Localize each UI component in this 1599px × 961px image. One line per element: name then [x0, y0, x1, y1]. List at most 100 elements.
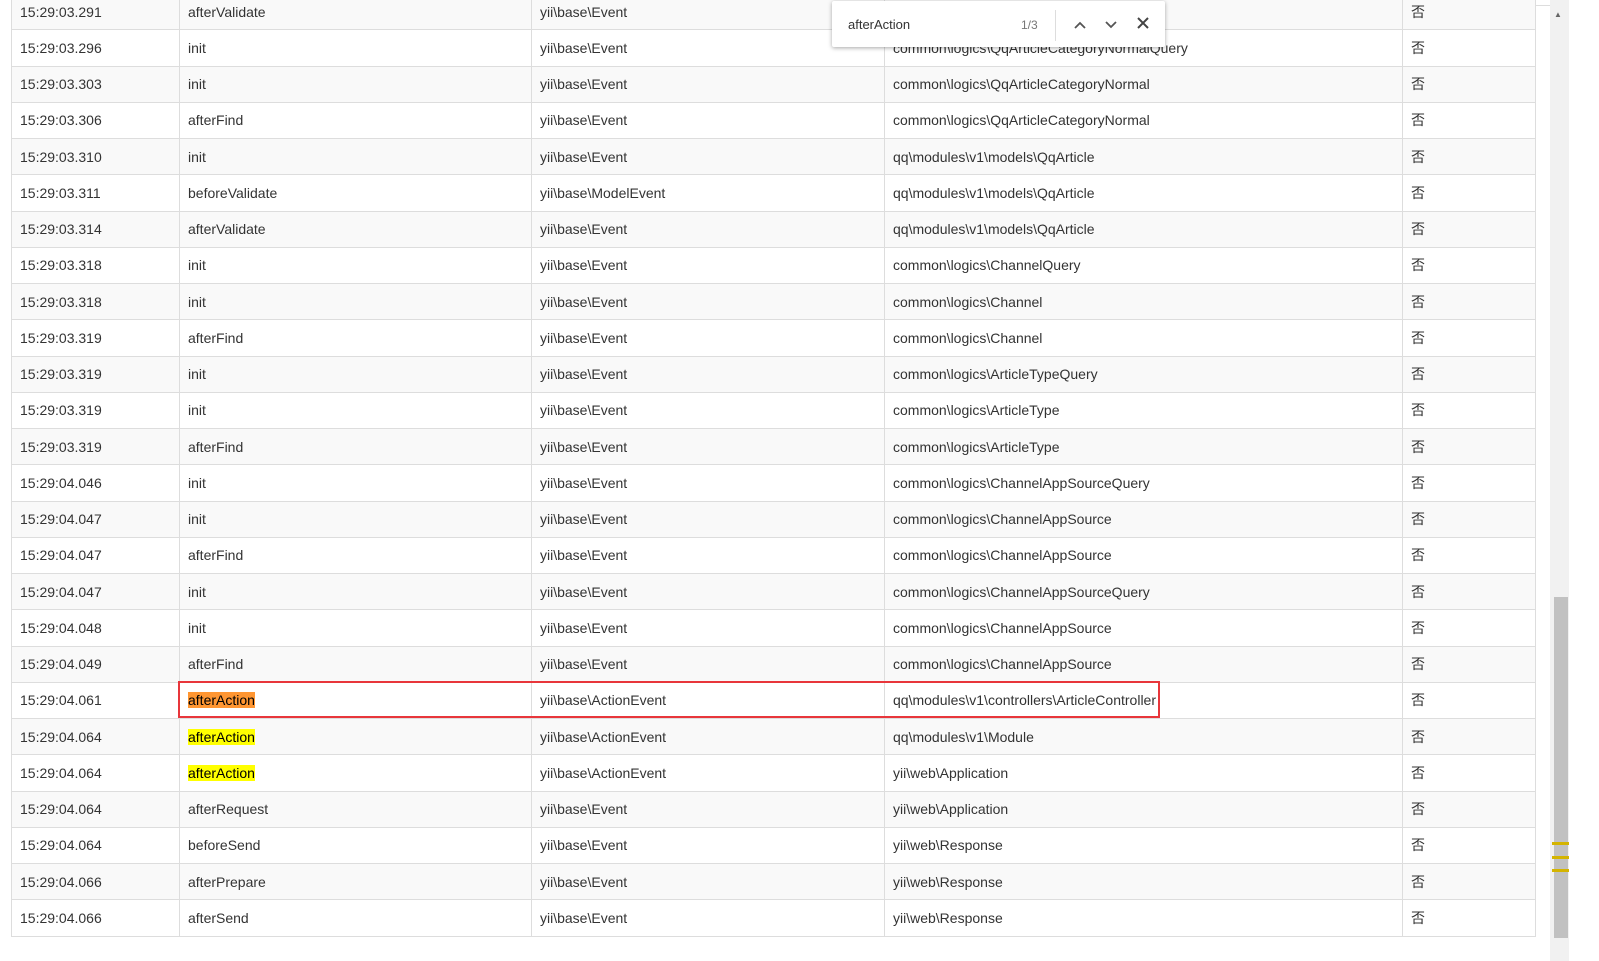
cell-time-text: 15:29:03.306	[20, 112, 102, 129]
cell-static-text: 否	[1411, 148, 1425, 165]
table-row: 15:29:04.064 afterRequest yii\base\Event yi…	[11, 790, 1536, 828]
cell-event-name: beforeSend	[179, 826, 532, 865]
cell-event-class: yii\base\Event	[531, 572, 885, 611]
cell-event-name: afterValidate	[179, 0, 532, 31]
cell-event-name-text: init	[188, 402, 206, 419]
find-match-highlight: afterAction	[188, 728, 255, 745]
cell-event-class: yii\base\Event	[531, 536, 885, 575]
cell-event-class-text: yii\base\Event	[540, 221, 628, 238]
cell-event-class-text: yii\base\Event	[540, 39, 628, 56]
cell-event-class: yii\base\Event	[531, 899, 885, 937]
cell-event-name: afterFind	[179, 536, 532, 575]
cell-event-name: afterAction	[179, 754, 532, 792]
cell-time: 15:29:03.319	[11, 391, 180, 430]
cell-event-class: yii\base\Event	[531, 645, 885, 683]
chevron-up-icon[interactable]	[1069, 13, 1091, 35]
table-row: 15:29:03.310 init yii\base\Event qq\modules…	[11, 137, 1536, 176]
table-row: 15:29:03.319 init yii\base\Event common\log…	[11, 355, 1536, 393]
cell-sender: yii\web\Application	[884, 790, 1403, 828]
cell-static-text: 否	[1411, 801, 1425, 818]
cell-static: 否	[1402, 246, 1536, 285]
cell-event-name: afterAction	[179, 717, 532, 756]
cell-sender: common\logics\ChannelAppSourceQuery	[884, 572, 1403, 611]
cell-sender-text: qq\modules\v1\models\QqArticle	[893, 221, 1095, 238]
cell-time: 15:29:04.064	[11, 717, 180, 756]
cell-event-class-text: yii\base\Event	[540, 474, 628, 491]
cell-event-class-text: yii\base\Event	[540, 547, 628, 564]
close-icon[interactable]	[1132, 13, 1154, 35]
cell-time: 15:29:04.064	[11, 754, 180, 792]
cell-static: 否	[1402, 681, 1536, 720]
cell-event-name: afterRequest	[179, 790, 532, 828]
cell-event-name-text: init	[188, 366, 206, 383]
scroll-up-arrow-icon[interactable]: ▲	[1554, 10, 1562, 19]
cell-event-name-text: afterPrepare	[188, 873, 266, 890]
cell-sender-text: common\logics\Channel	[893, 293, 1043, 310]
cell-event-name-text: afterSend	[188, 909, 249, 926]
table-row: 15:29:04.064 afterAction yii\base\ActionEv…	[11, 717, 1536, 756]
cell-event-name-text: init	[188, 76, 206, 93]
cell-event-class-text: yii\base\Event	[540, 293, 628, 310]
cell-event-class-text: yii\base\Event	[540, 366, 628, 383]
scrollbar-thumb[interactable]	[1554, 597, 1568, 938]
cell-event-name-text: afterValidate	[188, 221, 266, 238]
cell-event-class: yii\base\Event	[531, 862, 885, 901]
cell-event-name: init	[179, 65, 532, 103]
cell-event-name: init	[179, 572, 532, 611]
cell-time-text: 15:29:03.291	[20, 3, 102, 20]
cell-event-name-text: init	[188, 148, 206, 165]
cell-time-text: 15:29:04.064	[20, 837, 102, 854]
cell-time-text: 15:29:03.310	[20, 148, 102, 165]
cell-time-text: 15:29:04.046	[20, 474, 102, 491]
find-match-marker	[1552, 856, 1569, 859]
cell-static-text: 否	[1411, 873, 1425, 890]
cell-sender-text: yii\web\Response	[893, 873, 1003, 890]
scrollbar[interactable]: ▲	[1550, 0, 1569, 961]
events-table: 15:29:03.291 afterValidate yii\base\Event 否…	[11, 0, 1536, 937]
cell-event-name: afterFind	[179, 319, 532, 357]
cell-event-class-text: yii\base\ActionEvent	[540, 764, 667, 781]
cell-time: 15:29:04.048	[11, 609, 180, 647]
cell-sender-text: qq\modules\v1\models\QqArticle	[893, 184, 1095, 201]
cell-sender: common\logics\Channel	[884, 282, 1403, 321]
cell-sender-text: common\logics\Channel	[893, 329, 1043, 346]
cell-event-class-text: yii\base\Event	[540, 511, 628, 528]
cell-sender-text: qq\modules\v1\Module	[893, 728, 1034, 745]
cell-time: 15:29:03.314	[11, 210, 180, 248]
cell-event-class: yii\base\Event	[531, 355, 885, 393]
table-row: 15:29:03.296 init yii\base\Event common\log…	[11, 29, 1536, 67]
table-row: 15:29:04.048 init yii\base\Event common\log…	[11, 609, 1536, 647]
cell-event-name-text: afterRequest	[188, 801, 269, 818]
cell-static-text: 否	[1411, 511, 1425, 528]
cell-static: 否	[1402, 319, 1536, 357]
cell-event-class: yii\base\Event	[531, 427, 885, 466]
cell-event-class: yii\base\Event	[531, 609, 885, 647]
cell-event-class-text: yii\base\Event	[540, 909, 628, 926]
cell-event-name-text: init	[188, 511, 206, 528]
cell-static-text: 否	[1411, 909, 1425, 926]
cell-sender-text: qq\modules\v1\controllers\ArticleControl…	[893, 692, 1156, 709]
cell-event-name: afterFind	[179, 645, 532, 683]
cell-static-text: 否	[1411, 221, 1425, 238]
table-row: 15:29:04.061 afterAction yii\base\ActionEv…	[11, 681, 1536, 720]
cell-event-name: afterFind	[179, 101, 532, 140]
cell-event-name-text: afterFind	[188, 329, 244, 346]
cell-time: 15:29:04.061	[11, 681, 180, 720]
cell-time-text: 15:29:04.066	[20, 909, 102, 926]
cell-time: 15:29:03.319	[11, 427, 180, 466]
cell-sender: qq\modules\v1\models\QqArticle	[884, 174, 1403, 212]
cell-sender-text: common\logics\ChannelAppSource	[893, 656, 1112, 673]
cell-time-text: 15:29:03.319	[20, 366, 102, 383]
cell-static: 否	[1402, 355, 1536, 393]
cell-event-class-text: yii\base\Event	[540, 3, 628, 20]
cell-static: 否	[1402, 754, 1536, 792]
table-row: 15:29:03.319 init yii\base\Event common\log…	[11, 391, 1536, 430]
cell-time-text: 15:29:04.049	[20, 656, 102, 673]
divider	[1055, 10, 1056, 41]
cell-sender: common\logics\QqArticleCategoryNormal	[884, 101, 1403, 140]
cell-sender-text: common\logics\ArticleTypeQuery	[893, 366, 1098, 383]
cell-sender-text: common\logics\QqArticleCategoryNormal	[893, 112, 1150, 129]
chevron-down-icon[interactable]	[1100, 13, 1122, 35]
cell-static-text: 否	[1411, 112, 1425, 129]
find-input[interactable]: afterAction	[848, 17, 910, 32]
